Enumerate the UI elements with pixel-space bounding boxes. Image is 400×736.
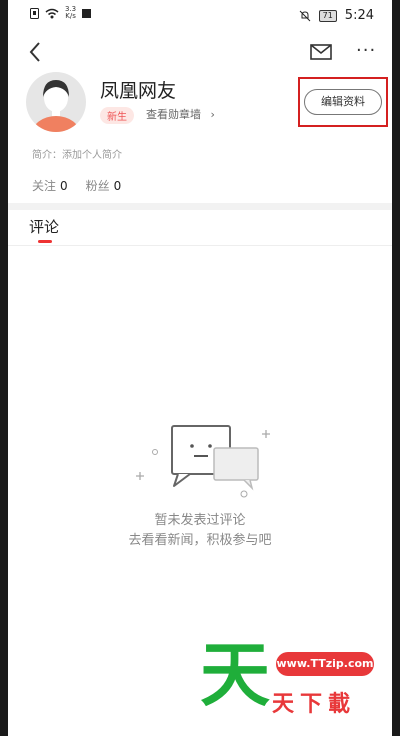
top-bar: ··· [8,36,392,68]
empty-line-1: 暂未发表过评论 [154,513,246,528]
medal-wall-link[interactable]: 查看勋章墙 › [146,106,215,122]
wifi-icon [45,8,59,18]
watermark-text: 天下載 [272,692,357,717]
edit-profile-button[interactable]: 编辑资料 [304,89,382,115]
sim-icon [30,7,39,19]
follow-count: 0 [60,179,68,193]
status-bar: 3.3 K/s 71 5:24 [8,0,392,32]
avatar[interactable] [26,72,86,132]
speed-unit: K/s [65,12,76,20]
tab-divider [8,245,392,246]
network-speed: 3.3 K/s [65,6,76,20]
clock: 5:24 [344,8,374,23]
watermark-logo: 天 [200,634,270,716]
empty-state-message: 暂未发表过评论 去看看新闻，积极参与吧 [8,511,392,551]
mute-icon [299,10,310,21]
bio-text[interactable]: 简介：添加个人简介 [32,146,122,161]
more-icon[interactable]: ··· [356,40,380,61]
fans-count: 0 [113,179,122,193]
section-divider [8,203,392,210]
fans-label: 粉丝 [85,179,110,193]
avatar-person-icon [32,80,80,132]
stats-row: 关注 0 粉丝 0 [32,177,121,194]
empty-line-2: 去看看新闻，积极参与吧 [128,533,272,548]
follow-stat[interactable]: 关注 0 [32,177,68,194]
tab-comments[interactable]: 评论 [29,216,59,237]
fans-stat[interactable]: 粉丝 0 [86,177,122,194]
empty-comments-icon [136,425,270,498]
mail-icon[interactable] [310,44,332,60]
watermark-url: www.TTzip.com [276,652,374,676]
chevron-right-icon: › [210,108,215,121]
notification-icon [82,8,92,18]
tab-active-indicator [38,240,52,243]
battery-icon: 71 [318,9,337,22]
back-icon[interactable] [26,40,46,64]
app-screen: 3.3 K/s 71 5:24 ··· 凤凰网友 新生 查看勋章墙 › 编辑资料… [8,0,392,736]
medal-wall-label: 查看勋章墙 [146,108,201,121]
username: 凤凰网友 [100,80,177,102]
follow-label: 关注 [32,179,57,193]
level-badge: 新生 [100,107,134,124]
